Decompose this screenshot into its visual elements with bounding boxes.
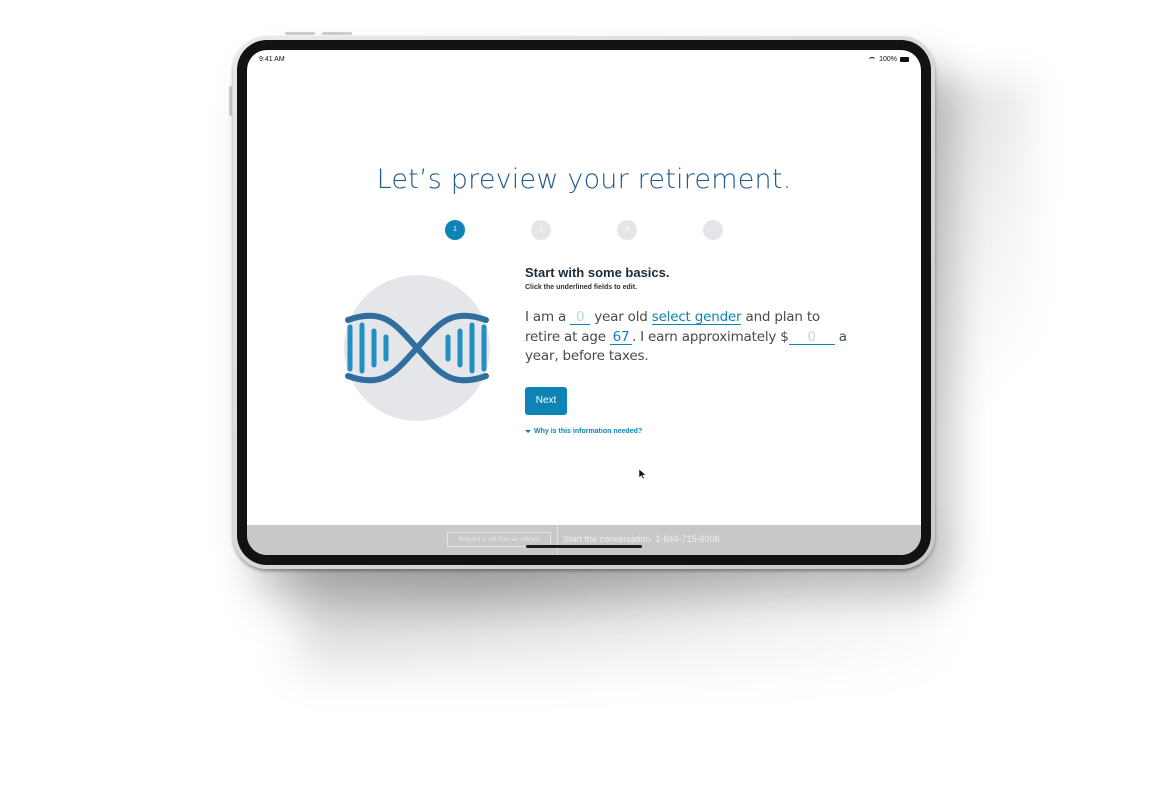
- caret-down-icon: [525, 429, 531, 433]
- device-side-button: [229, 86, 232, 116]
- why-info-label: Why is this information needed?: [534, 427, 643, 435]
- basics-form: Start with some basics. Click the underl…: [525, 265, 855, 435]
- status-right: 100%: [868, 56, 909, 63]
- footer-bar: Request a call from an advisor Start the…: [247, 525, 921, 555]
- sentence-part: year old: [594, 309, 648, 325]
- sentence-part: . I earn approximately $: [631, 328, 789, 345]
- tablet-device: 9:41 AM 100% Let’s preview your retireme…: [233, 36, 935, 569]
- why-info-link[interactable]: Why is this information needed?: [525, 428, 855, 435]
- home-indicator[interactable]: [526, 545, 642, 548]
- age-field[interactable]: 0: [570, 310, 591, 325]
- income-field[interactable]: 0: [788, 330, 835, 345]
- battery-percent: 100%: [879, 56, 897, 63]
- tablet-screen: 9:41 AM 100% Let’s preview your retireme…: [247, 50, 921, 555]
- step-4[interactable]: [703, 220, 723, 240]
- next-button[interactable]: Next: [525, 386, 567, 415]
- device-top-button: [285, 32, 315, 35]
- page-title: Let’s preview your retirement.: [376, 164, 792, 195]
- form-subheading: Click the underlined fields to edit.: [525, 284, 638, 291]
- device-top-button: [322, 32, 352, 35]
- footer-contact-text: Start the conversation. 1-844-715-6006: [563, 534, 720, 544]
- step-2[interactable]: 2: [531, 220, 551, 240]
- mouse-pointer-icon: [638, 468, 647, 480]
- form-heading: Start with some basics.: [525, 265, 670, 280]
- step-indicator: 1 2 3: [445, 220, 745, 240]
- wifi-icon: [868, 56, 877, 63]
- step-1[interactable]: 1: [445, 220, 465, 240]
- retirement-sentence: I am a 0 year old select gender and plan…: [525, 308, 855, 367]
- retire-age-field[interactable]: 67: [609, 330, 632, 345]
- status-time: 9:41 AM: [259, 56, 285, 63]
- battery-icon: [900, 57, 909, 62]
- gender-field[interactable]: select gender: [651, 310, 742, 325]
- dna-illustration: [344, 275, 490, 421]
- status-bar: 9:41 AM 100%: [259, 56, 909, 68]
- footer-divider: [557, 525, 558, 555]
- sentence-part: I am a: [525, 309, 567, 325]
- step-3[interactable]: 3: [617, 220, 637, 240]
